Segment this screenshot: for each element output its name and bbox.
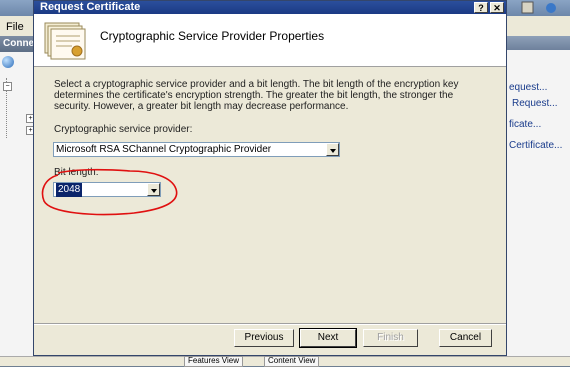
next-button[interactable]: Next <box>299 328 357 348</box>
action-link[interactable]: ficate... <box>509 119 541 130</box>
provider-select-value: Microsoft RSA SChannel Cryptographic Pro… <box>56 144 272 155</box>
dialog-titlebar[interactable]: Request Certificate <box>34 1 506 14</box>
finish-button[interactable]: Finish <box>363 329 418 347</box>
provider-select[interactable]: Microsoft RSA SChannel Cryptographic Pro… <box>53 142 340 157</box>
previous-button[interactable]: Previous <box>234 329 294 347</box>
action-link[interactable]: equest... <box>509 82 547 93</box>
globe-icon[interactable] <box>2 56 14 68</box>
provider-label: Cryptographic service provider: <box>54 124 193 135</box>
description-text: Select a cryptographic service provider … <box>54 79 459 112</box>
close-button[interactable]: ✕ <box>490 2 504 13</box>
wizard-header: Cryptographic Service Provider Propertie… <box>34 14 506 67</box>
request-certificate-dialog: Request Certificate ? ✕ Cryptographic Se… <box>33 0 507 356</box>
tree-expand-icon[interactable]: − <box>3 82 12 91</box>
action-link[interactable]: Certificate... <box>509 140 562 151</box>
action-link[interactable]: Request... <box>512 98 558 109</box>
tab-features-view[interactable]: Features View <box>184 356 243 367</box>
certificate-icon <box>44 22 86 60</box>
actions-header <box>507 36 570 50</box>
chevron-down-icon[interactable] <box>326 143 339 156</box>
wizard-page-title: Cryptographic Service Provider Propertie… <box>100 29 325 43</box>
help-button[interactable]: ? <box>474 2 488 13</box>
button-separator <box>34 323 506 325</box>
bg-menu-file[interactable]: File <box>6 21 24 33</box>
dialog-title: Request Certificate <box>40 1 141 13</box>
cancel-button[interactable]: Cancel <box>439 329 492 347</box>
tab-content-view[interactable]: Content View <box>264 356 320 367</box>
annotation-circle <box>41 168 178 216</box>
connections-header: Conne <box>0 36 36 52</box>
bg-toolbar-icons <box>520 0 570 16</box>
